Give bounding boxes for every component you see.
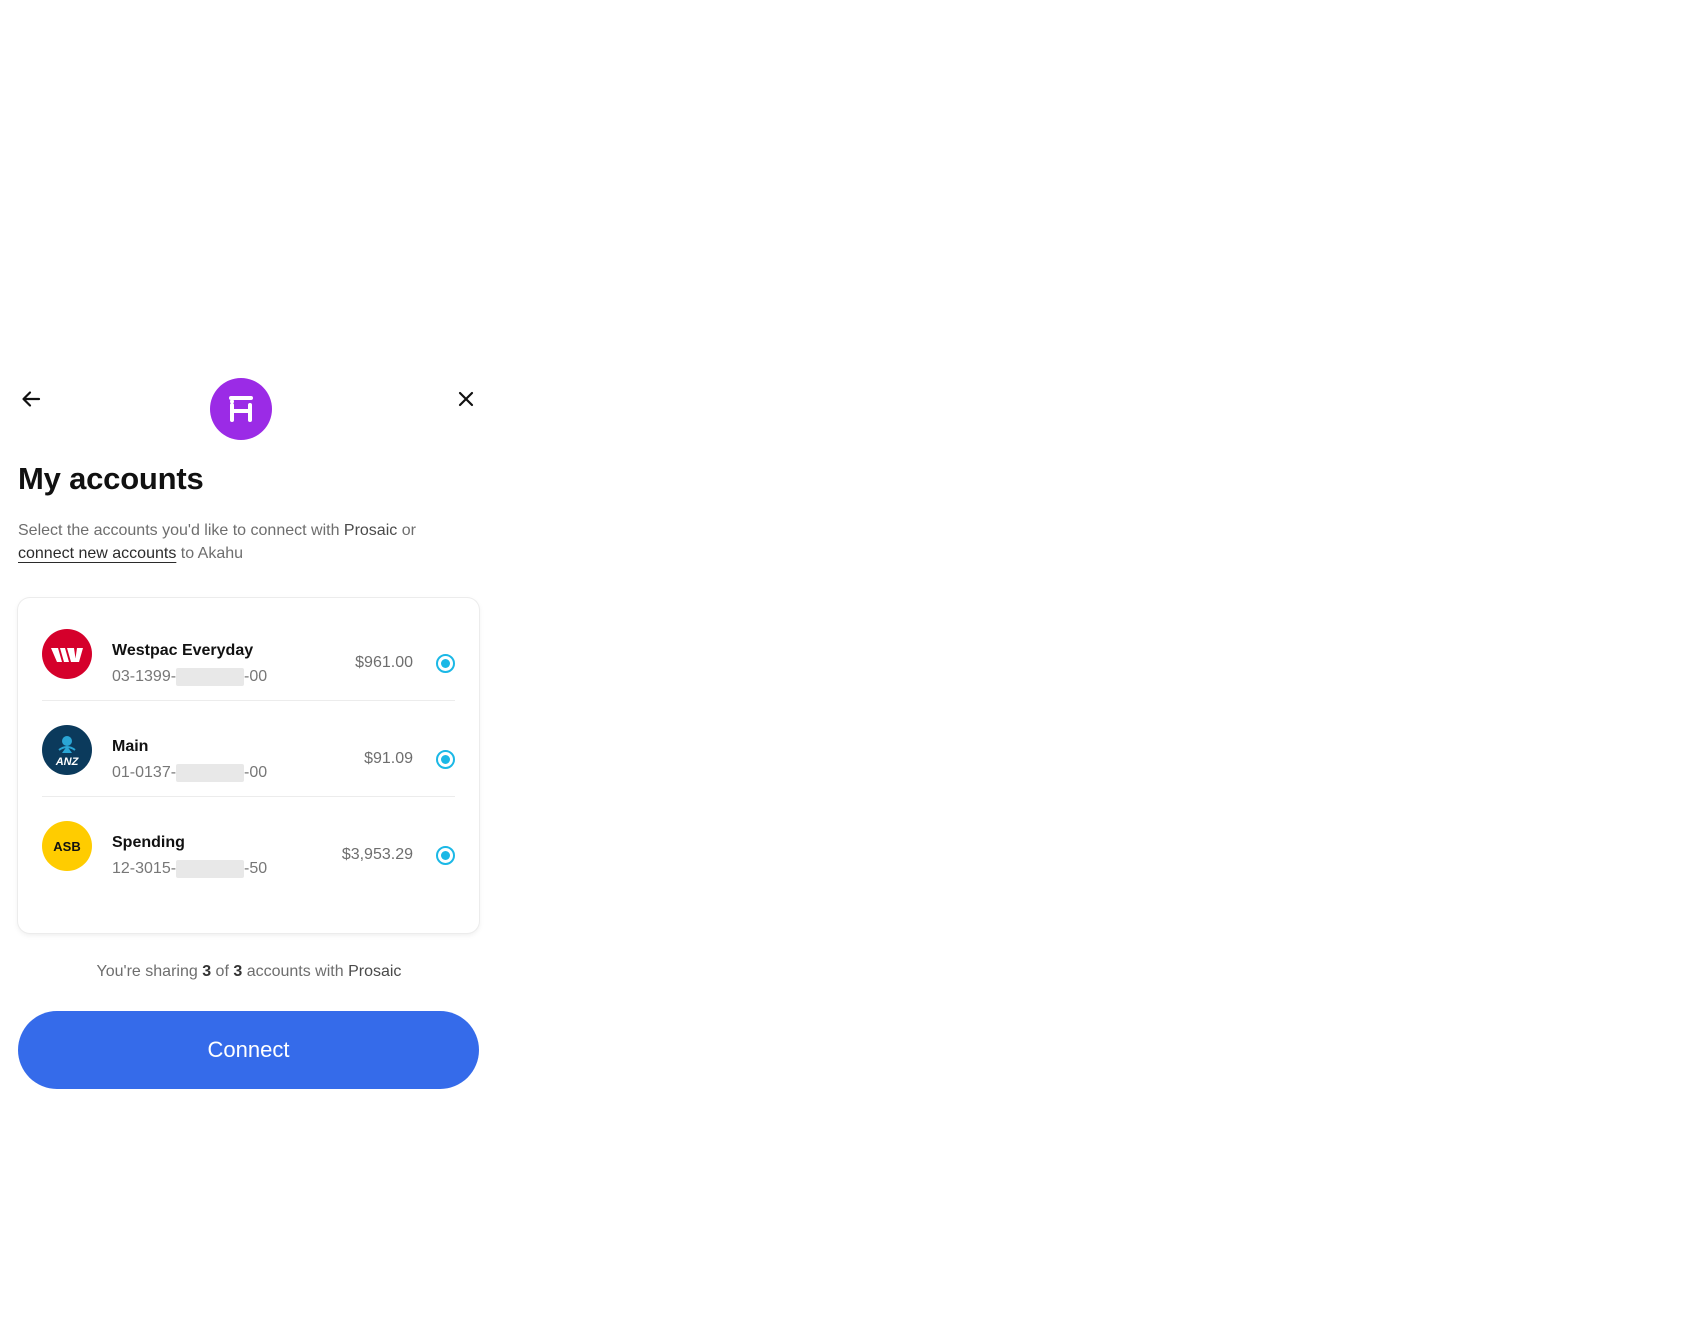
sharing-count: 3 bbox=[202, 963, 212, 980]
account-balance: $3,953.29 bbox=[341, 846, 413, 863]
asb-logo-icon: ASB bbox=[53, 839, 80, 854]
account-name: Main bbox=[112, 738, 149, 755]
masked-digits bbox=[176, 668, 245, 686]
account-select-radio[interactable] bbox=[436, 846, 455, 865]
asb-logo-text: ASB bbox=[53, 839, 80, 854]
account-balance: $961.00 bbox=[355, 654, 413, 671]
westpac-logo-icon bbox=[51, 648, 83, 662]
app-name: Prosaic bbox=[343, 522, 398, 539]
sharing-text: of bbox=[211, 963, 234, 980]
sharing-total: 3 bbox=[233, 963, 243, 980]
westpac-logo bbox=[42, 629, 92, 679]
anz-logo-text: ANZ bbox=[55, 756, 80, 768]
connect-new-accounts-link[interactable]: connect new accounts bbox=[18, 545, 176, 562]
account-number: 03-1399- -00 bbox=[112, 668, 267, 686]
anz-logo: ANZ bbox=[42, 725, 92, 775]
accounts-card: Westpac Everyday 03-1399- -00 $961.00 ANZ… bbox=[18, 598, 479, 933]
account-select-radio[interactable] bbox=[436, 654, 455, 673]
akahu-logo bbox=[210, 378, 272, 440]
account-name: Westpac Everyday bbox=[112, 642, 254, 659]
close-button[interactable] bbox=[452, 385, 480, 413]
account-row-anz[interactable]: ANZ Main 01-0137- -00 $91.09 bbox=[42, 700, 455, 796]
sharing-text: accounts with bbox=[242, 963, 349, 980]
account-number: 12-3015- -50 bbox=[112, 860, 267, 878]
akahu-logo-icon bbox=[229, 396, 253, 422]
sharing-summary: You're sharing 3 of 3 accounts with Pros… bbox=[0, 963, 498, 981]
account-number-suffix: -00 bbox=[244, 668, 268, 685]
asb-logo: ASB bbox=[42, 821, 92, 871]
connect-button[interactable]: Connect bbox=[18, 1011, 479, 1089]
arrow-left-icon bbox=[22, 391, 41, 407]
account-balance: $91.09 bbox=[364, 750, 413, 767]
account-number-prefix: 03-1399- bbox=[112, 668, 177, 685]
account-row-asb[interactable]: ASB Spending 12-3015- -50 $3,953.29 bbox=[42, 796, 455, 892]
close-icon bbox=[458, 391, 474, 407]
subtitle-text: Select the accounts you'd like to connec… bbox=[18, 522, 344, 539]
back-button[interactable] bbox=[17, 385, 45, 413]
account-select-radio[interactable] bbox=[436, 750, 455, 769]
subtitle-text: to Akahu bbox=[176, 545, 244, 562]
masked-digits bbox=[176, 860, 245, 878]
account-number-suffix: -50 bbox=[244, 860, 268, 877]
account-number-prefix: 01-0137- bbox=[112, 764, 177, 781]
sharing-text: You're sharing bbox=[96, 963, 203, 980]
account-row-westpac[interactable]: Westpac Everyday 03-1399- -00 $961.00 bbox=[42, 604, 455, 700]
radio-selected-dot bbox=[441, 851, 450, 860]
subtitle-text: or bbox=[397, 522, 416, 539]
account-number-suffix: -00 bbox=[244, 764, 268, 781]
account-selection-panel: My accounts Select the accounts you'd li… bbox=[0, 360, 484, 1089]
account-number-prefix: 12-3015- bbox=[112, 860, 177, 877]
anz-logo-icon: ANZ bbox=[55, 736, 80, 768]
app-name: Prosaic bbox=[348, 963, 402, 980]
account-number: 01-0137- -00 bbox=[112, 764, 267, 782]
radio-selected-dot bbox=[441, 755, 450, 764]
page-subtitle: Select the accounts you'd like to connec… bbox=[18, 519, 478, 565]
account-name: Spending bbox=[112, 834, 185, 851]
radio-selected-dot bbox=[441, 659, 450, 668]
page-title: My accounts bbox=[18, 461, 204, 496]
masked-digits bbox=[176, 764, 245, 782]
